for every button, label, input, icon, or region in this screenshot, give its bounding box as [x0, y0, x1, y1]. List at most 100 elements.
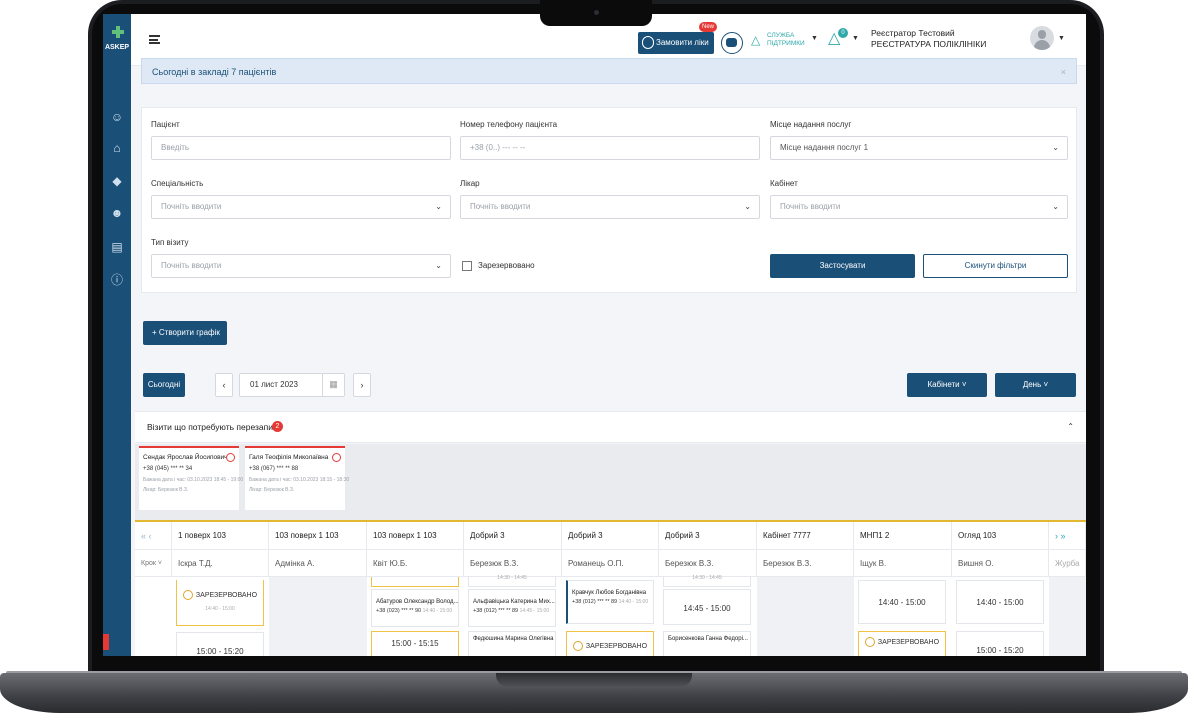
- column-room: МНП1 2: [854, 522, 952, 550]
- support-label[interactable]: СЛУЖБА ПІДТРИМКИ: [767, 32, 815, 48]
- day-dropdown[interactable]: День ˅: [995, 373, 1076, 397]
- slot-time: 15:00 - 15:15: [391, 639, 439, 648]
- phone-input[interactable]: +38 (0..) --- -- --: [460, 136, 760, 160]
- place-value: Місце надання послуг 1: [780, 143, 869, 152]
- appointment-slot[interactable]: Кравчук Любов Богданівна +38 (012) *** *…: [566, 580, 654, 624]
- profile-chevron-down-icon[interactable]: ▼: [1058, 35, 1065, 42]
- chat-icon: [726, 38, 737, 47]
- appointment-slot[interactable]: Борисенкова Ганна Федорі...: [663, 631, 751, 656]
- appointment-slot[interactable]: Альфавіцька Катерина Мих... +38 (012) **…: [468, 589, 556, 627]
- unavailable-column: [269, 577, 367, 656]
- order-medicine-button[interactable]: Замовити ліки: [638, 32, 714, 54]
- user-role[interactable]: Реєстратор Тестовий РЕЄСТРАТУРА ПОЛІКЛІН…: [871, 28, 1011, 50]
- logo-cross-icon: [112, 26, 124, 38]
- time-slot[interactable]: 14:30 - 14:45: [663, 575, 751, 587]
- column-room: 103 поверх 1 103: [367, 522, 464, 550]
- card-doctor: Лікар: Березюк В.З.: [249, 487, 295, 493]
- patient-input[interactable]: Введіть: [151, 136, 451, 160]
- reschedule-cards: Сендак Ярослав Йосипович +38 (045) *** *…: [135, 444, 1086, 520]
- menu-icon[interactable]: [149, 35, 160, 44]
- card-phone: +38 (045) *** ** 34: [143, 466, 193, 472]
- clock-icon: [332, 453, 341, 462]
- close-icon[interactable]: ×: [1061, 59, 1066, 85]
- reschedule-section-header[interactable]: Візити що потребують перезапису 2 ⌃: [135, 411, 1086, 443]
- free-slot[interactable]: 14:40 - 15:00: [956, 580, 1044, 624]
- slot-patient-name: Борисенкова Ганна Федорі...: [668, 636, 748, 642]
- place-select[interactable]: Місце надання послуг 1 ⌄: [770, 136, 1068, 160]
- chevron-up-icon[interactable]: ⌃: [1067, 412, 1074, 442]
- appointment-slot[interactable]: Федюшина Марина Олегівна: [468, 631, 556, 656]
- reserved-slot[interactable]: ЗАРЕЗЕРВОВАНО 14:40 - 15:00: [176, 580, 264, 626]
- slot-time: 14:40 - 15:00: [205, 606, 235, 612]
- chevron-down-icon: ⌄: [744, 202, 751, 211]
- free-slot[interactable]: 14:45 - 15:00: [663, 589, 751, 625]
- filters-panel: Пацієнт Введіть Номер телефону пацієнта …: [141, 107, 1077, 293]
- cabinet-placeholder: Почніть вводити: [780, 202, 841, 211]
- today-button[interactable]: Сьогодні: [143, 373, 185, 397]
- logo-text: ASKEP: [104, 44, 130, 51]
- app-logo[interactable]: ASKEP: [103, 20, 131, 60]
- info-icon[interactable]: ⓘ: [110, 273, 124, 287]
- slot-label: ЗАРЕЗЕРВОВАНО: [195, 591, 258, 599]
- slot-label: ЗАРЕЗЕРВОВАНО: [877, 638, 940, 646]
- visit-type-select[interactable]: Почніть вводити ⌄: [151, 254, 451, 278]
- cabinets-dropdown[interactable]: Кабінети ˅: [907, 373, 987, 397]
- doctor-label: Лікар: [460, 179, 480, 188]
- chevron-down-icon: ⌄: [435, 202, 442, 211]
- unavailable-column: [1049, 577, 1086, 656]
- column-room: Огляд 103: [952, 522, 1049, 550]
- chat-button[interactable]: [721, 32, 743, 54]
- chart-icon[interactable]: ▤: [110, 240, 124, 254]
- avatar[interactable]: [1030, 26, 1054, 50]
- specialty-select[interactable]: Почніть вводити ⌄: [151, 195, 451, 219]
- appointment-slot[interactable]: Абатуров Олександр Волод... +38 (023) **…: [371, 589, 459, 627]
- home-icon[interactable]: ⌂: [110, 141, 124, 155]
- doctor-placeholder: Почніть вводити: [470, 202, 531, 211]
- cabinet-label: Кабінет: [770, 179, 798, 188]
- slot-time: 14:45 - 15:00: [683, 604, 731, 613]
- app-screen: ASKEP ☺ ⌂ ◆ ☻ ▤ ⓘ Замовити ліки New △ СЛ…: [103, 14, 1086, 656]
- prev-date-button[interactable]: ‹: [215, 373, 233, 397]
- slot-patient-name: Абатуров Олександр Волод...: [376, 599, 458, 605]
- cabinet-select[interactable]: Почніть вводити ⌄: [770, 195, 1068, 219]
- calendar-icon[interactable]: ▦: [322, 373, 344, 397]
- free-slot[interactable]: 15:00 - 15:15: [371, 631, 459, 656]
- patient-label: Пацієнт: [151, 120, 180, 129]
- create-schedule-button[interactable]: + Створити графік: [143, 321, 227, 345]
- support-chevron-down-icon[interactable]: ▼: [811, 35, 818, 42]
- scroll-right-icon[interactable]: › »: [1049, 522, 1086, 550]
- free-slot[interactable]: 15:00 - 15:20: [176, 632, 264, 656]
- reserved-slot[interactable]: ЗАРЕЗЕРВОВАНО: [566, 631, 654, 656]
- column-room: Добрий 3: [659, 522, 757, 550]
- slot-time: 14:40 - 15:00: [976, 598, 1024, 607]
- card-doctor: Лікар: Березюк В.З.: [143, 487, 189, 493]
- apply-button[interactable]: Застосувати: [770, 254, 915, 278]
- user-icon[interactable]: ☺: [110, 110, 124, 124]
- reserved-checkbox[interactable]: [462, 261, 472, 271]
- time-slot[interactable]: 14:30 - 14:45: [468, 575, 556, 587]
- free-slot[interactable]: 15:00 - 15:20: [956, 631, 1044, 656]
- column-doctor: Березюк В.З.: [757, 550, 854, 577]
- date-value: 01 лист 2023: [250, 380, 298, 389]
- reschedule-card[interactable]: Галя Теофілія Миколаївна +38 (067) *** *…: [245, 446, 349, 510]
- camera-icon: [594, 10, 599, 15]
- free-slot[interactable]: 14:40 - 15:00: [858, 580, 946, 624]
- doctor-select[interactable]: Почніть вводити ⌄: [460, 195, 760, 219]
- scroll-left-icon[interactable]: « ‹: [135, 522, 172, 550]
- support-icon[interactable]: △: [751, 33, 763, 47]
- reserved-slot[interactable]: [371, 577, 459, 587]
- column-doctor: Журба: [1049, 550, 1086, 577]
- shield-icon[interactable]: ◆: [110, 174, 124, 188]
- step-select[interactable]: Крок ˅: [135, 550, 172, 577]
- reserved-slot[interactable]: ЗАРЕЗЕРВОВАНО: [858, 631, 946, 656]
- users-icon[interactable]: ☻: [110, 206, 124, 220]
- clock-icon: [572, 641, 583, 651]
- bell-chevron-down-icon[interactable]: ▼: [852, 35, 859, 42]
- reschedule-card[interactable]: Сендак Ярослав Йосипович +38 (045) *** *…: [139, 446, 243, 510]
- next-date-button[interactable]: ›: [353, 373, 371, 397]
- slot-time: 15:00 - 15:20: [976, 646, 1024, 655]
- date-input[interactable]: 01 лист 2023 ▦: [239, 373, 345, 397]
- notice-text: Сьогодні в закладі 7 пацієнтів: [152, 67, 277, 77]
- reset-filters-button[interactable]: Скинути фільтри: [923, 254, 1068, 278]
- column-room: 1 поверх 103: [172, 522, 269, 550]
